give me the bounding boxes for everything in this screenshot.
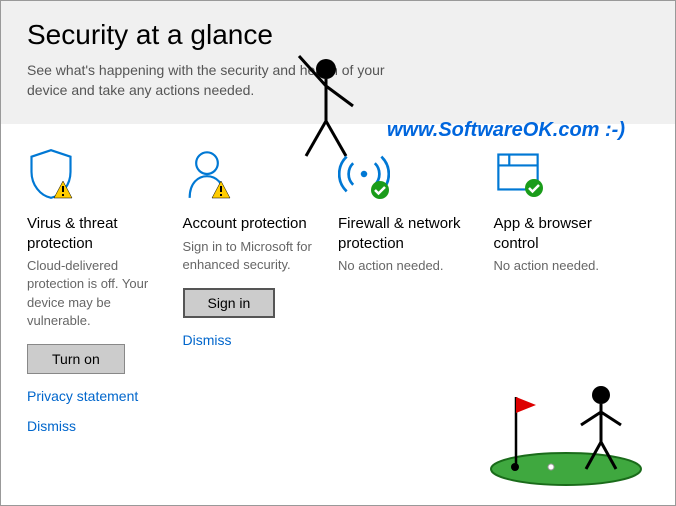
tile-desc: Cloud-delivered protection is off. Your …: [27, 257, 167, 330]
tile-app-browser: App & browser control No action needed.: [494, 148, 650, 434]
turn-on-button[interactable]: Turn on: [27, 344, 125, 374]
dismiss-link[interactable]: Dismiss: [27, 418, 167, 434]
tiles-container: Virus & threat protection Cloud-delivere…: [1, 124, 675, 458]
network-signal-icon: [338, 148, 478, 202]
tile-title: Account protection: [183, 214, 323, 234]
privacy-statement-link[interactable]: Privacy statement: [27, 388, 167, 404]
page-subtitle: See what's happening with the security a…: [27, 61, 387, 100]
shield-icon: [27, 148, 167, 202]
dismiss-link[interactable]: Dismiss: [183, 332, 323, 348]
tile-desc: No action needed.: [338, 257, 478, 275]
account-icon: [183, 148, 323, 202]
tile-virus-threat: Virus & threat protection Cloud-delivere…: [27, 148, 183, 434]
page-title: Security at a glance: [27, 19, 649, 51]
tile-account-protection: Account protection Sign in to Microsoft …: [183, 148, 339, 434]
browser-window-icon: [494, 148, 634, 202]
tile-desc: Sign in to Microsoft for enhanced securi…: [183, 238, 323, 274]
tile-firewall-network: Firewall & network protection No action …: [338, 148, 494, 434]
tile-desc: No action needed.: [494, 257, 634, 275]
header-section: Security at a glance See what's happenin…: [1, 1, 675, 124]
sign-in-button[interactable]: Sign in: [183, 288, 276, 318]
tile-title: Firewall & network protection: [338, 214, 478, 253]
tile-title: Virus & threat protection: [27, 214, 167, 253]
tile-title: App & browser control: [494, 214, 634, 253]
watermark-text: www.SoftwareOK.com :-): [387, 119, 625, 142]
